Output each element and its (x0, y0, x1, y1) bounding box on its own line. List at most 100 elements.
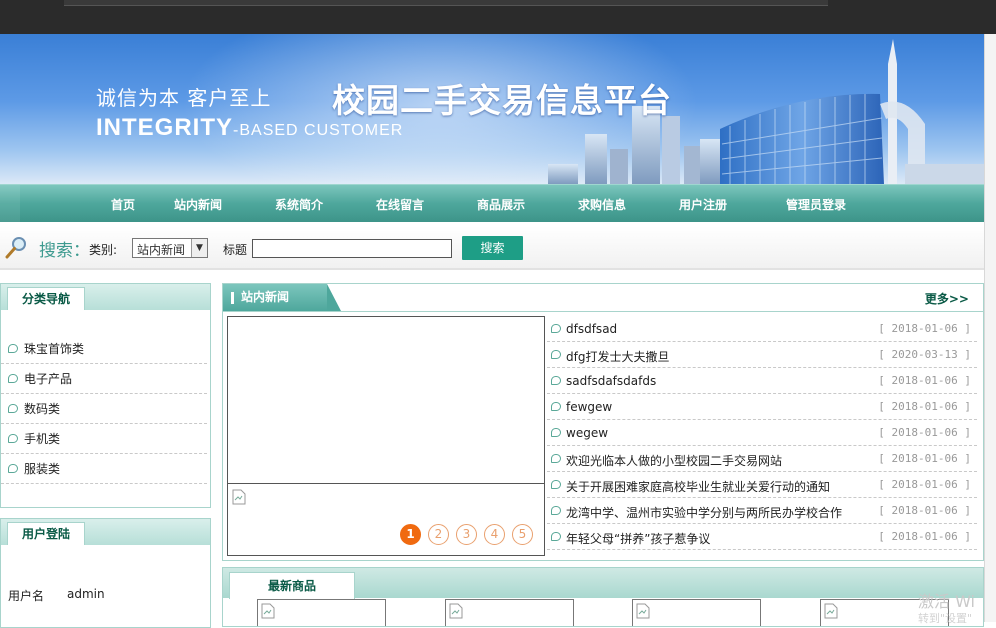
speech-bubble-icon (551, 480, 561, 489)
news-title-link[interactable]: 年轻父母“拼养”孩子惹争议 (566, 530, 710, 547)
news-list: dfsdfsad [ 2018-01-06 ] dfg打发士大夫撒旦 [ 2020-… (547, 316, 977, 550)
login-panel: 用户登陆 用户名 admin (0, 518, 211, 628)
news-date: [ 2018-01-06 ] (878, 322, 971, 335)
page-scrollbar[interactable] (984, 34, 996, 622)
news-row: sadfsdafsdafds [ 2018-01-06 ] (547, 368, 977, 394)
news-title-link[interactable]: sadfsdafsdafds (566, 374, 656, 388)
nav-wanted[interactable]: 求购信息 (578, 196, 626, 213)
category-panel: 分类导航 珠宝首饰类 电子产品 数码类 手机类 服装类 (0, 283, 211, 508)
product-thumbnail[interactable] (445, 599, 574, 626)
category-item-label: 电子产品 (24, 372, 73, 386)
category-item[interactable]: 珠宝首饰类 (1, 334, 207, 364)
speech-bubble-icon (8, 344, 18, 353)
category-item-label: 服装类 (24, 462, 61, 476)
activation-watermark-hint: 转到"设置" (918, 612, 973, 625)
news-date: [ 2018-01-06 ] (878, 478, 971, 491)
nav-messages[interactable]: 在线留言 (376, 196, 424, 213)
news-row: wegew [ 2018-01-06 ] (547, 420, 977, 446)
news-row: 欢迎光临本人做的小型校园二手交易网站 [ 2018-01-06 ] (547, 446, 977, 472)
category-item-label: 手机类 (24, 432, 61, 446)
speech-bubble-icon (551, 454, 561, 463)
category-item-label: 数码类 (24, 402, 61, 416)
news-row: 龙湾中学、温州市实验中学分别与两所民办学校合作 [ 2018-01-06 ] (547, 498, 977, 524)
pager-dot[interactable]: 3 (456, 524, 477, 545)
category-panel-title: 分类导航 (7, 287, 86, 310)
news-title-link[interactable]: dfg打发士大夫撒旦 (566, 348, 669, 365)
banner-english-rest: -BASED CUSTOMER (233, 122, 404, 139)
pager-dot[interactable]: 2 (428, 524, 449, 545)
news-row: dfg打发士大夫撒旦 [ 2020-03-13 ] (547, 342, 977, 368)
pager-dot[interactable]: 5 (512, 524, 533, 545)
category-label: 类别: (89, 243, 118, 257)
category-item-label: 珠宝首饰类 (24, 342, 85, 356)
news-title-link[interactable]: wegew (566, 426, 608, 440)
nav-register[interactable]: 用户注册 (679, 196, 727, 213)
chevron-down-icon[interactable]: ▼ (191, 239, 207, 257)
news-panel-title: 站内新闻 (223, 284, 341, 311)
speech-bubble-icon (551, 532, 561, 541)
broken-image-icon (232, 489, 246, 505)
login-panel-title: 用户登陆 (7, 522, 86, 545)
news-panel: 站内新闻 更多>> 1 2 3 4 5 dfsdfsad [ 2018-01-06… (222, 283, 984, 561)
speech-bubble-icon (551, 350, 561, 359)
news-row: 年轻父母“拼养”孩子惹争议 [ 2018-01-06 ] (547, 524, 977, 550)
main-nav: 首页 站内新闻 系统简介 在线留言 商品展示 求购信息 用户注册 管理员登录 (0, 184, 984, 223)
banner-english-bold: INTEGRITY (96, 114, 234, 141)
news-slideshow[interactable]: 1 2 3 4 5 (227, 316, 545, 556)
category-select[interactable]: 站内新闻 ▼ (132, 238, 208, 258)
broken-image-icon (824, 603, 838, 619)
speech-bubble-icon (551, 324, 561, 333)
speech-bubble-icon (551, 428, 561, 437)
broken-image-icon (636, 603, 650, 619)
news-date: [ 2018-01-06 ] (878, 400, 971, 413)
broken-image-icon (261, 603, 275, 619)
speech-bubble-icon (8, 404, 18, 413)
product-thumbnail[interactable] (257, 599, 386, 626)
news-date: [ 2018-01-06 ] (878, 452, 971, 465)
category-item[interactable]: 电子产品 (1, 364, 207, 394)
banner-english-slogan: INTEGRITY-BASED CUSTOMER (96, 114, 403, 142)
news-title-link[interactable]: 欢迎光临本人做的小型校园二手交易网站 (566, 452, 782, 469)
speech-bubble-icon (8, 374, 18, 383)
news-date: [ 2020-03-13 ] (878, 348, 971, 361)
news-title-link[interactable]: fewgew (566, 400, 612, 414)
speech-bubble-icon (551, 376, 561, 385)
category-select-value: 站内新闻 (137, 243, 186, 257)
title-search-input[interactable] (252, 239, 452, 258)
news-row: fewgew [ 2018-01-06 ] (547, 394, 977, 420)
pager-dot[interactable]: 1 (400, 524, 421, 545)
search-label: 搜索： (39, 241, 90, 261)
site-banner: 诚信为本 客户至上 校园二手交易信息平台 INTEGRITY-BASED CUS… (0, 34, 984, 184)
search-bar: 搜索： 类别: 站内新闻 ▼ 标题 搜索 (0, 226, 984, 270)
news-title-link[interactable]: dfsdfsad (566, 322, 617, 336)
title-label: 标题 (223, 243, 248, 257)
nav-home[interactable]: 首页 (111, 196, 135, 213)
category-item[interactable]: 数码类 (1, 394, 207, 424)
search-button[interactable]: 搜索 (462, 236, 523, 260)
browser-top-bar (0, 0, 996, 34)
more-news-link[interactable]: 更多>> (925, 290, 969, 307)
news-date: [ 2018-01-06 ] (878, 374, 971, 387)
latest-products-panel: 最新商品 (222, 567, 984, 627)
nav-news[interactable]: 站内新闻 (174, 196, 222, 213)
news-date: [ 2018-01-06 ] (878, 504, 971, 517)
nav-admin-login[interactable]: 管理员登录 (786, 196, 846, 213)
news-date: [ 2018-01-06 ] (878, 426, 971, 439)
product-thumbnail[interactable] (632, 599, 761, 626)
news-title-link[interactable]: 龙湾中学、温州市实验中学分别与两所民办学校合作 (566, 504, 842, 521)
news-row: 关于开展困难家庭高校毕业生就业关爱行动的通知 [ 2018-01-06 ] (547, 472, 977, 498)
latest-products-title: 最新商品 (229, 572, 355, 599)
news-date: [ 2018-01-06 ] (878, 530, 971, 543)
news-row: dfsdfsad [ 2018-01-06 ] (547, 316, 977, 342)
category-item[interactable]: 服装类 (1, 454, 207, 484)
category-list: 珠宝首饰类 电子产品 数码类 手机类 服装类 (1, 334, 207, 484)
news-title-link[interactable]: 关于开展困难家庭高校毕业生就业关爱行动的通知 (566, 478, 830, 495)
nav-about[interactable]: 系统简介 (275, 196, 323, 213)
banner-slogan: 诚信为本 客户至上 (96, 86, 272, 110)
nav-products[interactable]: 商品展示 (477, 196, 525, 213)
activation-watermark: 激活 Wi (918, 592, 976, 611)
speech-bubble-icon (8, 464, 18, 473)
category-item[interactable]: 手机类 (1, 424, 207, 454)
pager-dot[interactable]: 4 (484, 524, 505, 545)
username-value: admin (67, 587, 105, 601)
